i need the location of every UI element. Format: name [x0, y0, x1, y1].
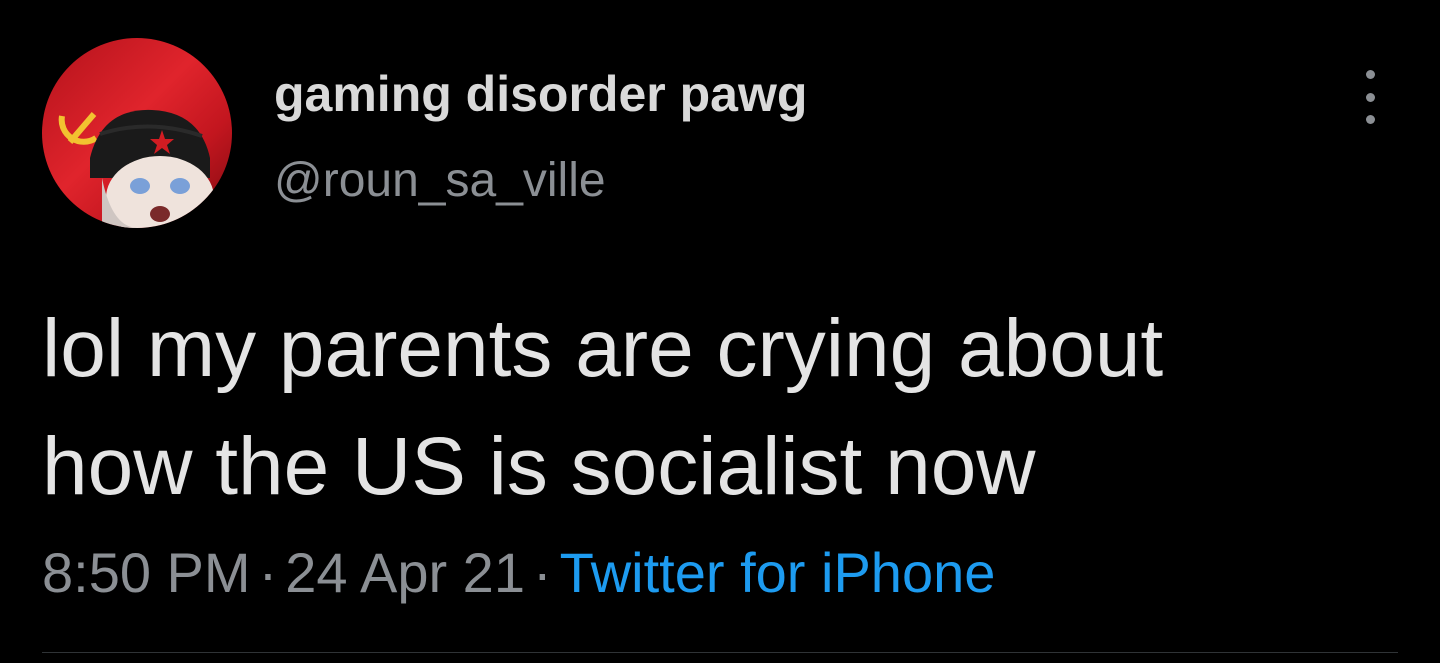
- author-handle[interactable]: @roun_sa_ville: [274, 152, 606, 210]
- tweet-time[interactable]: 8:50 PM: [42, 541, 251, 604]
- author-display-name[interactable]: gaming disorder pawg: [274, 64, 807, 124]
- tweet-text-line: lol my parents are crying about: [42, 303, 1164, 394]
- tweet-card: gaming disorder pawg @roun_sa_ville lol …: [0, 0, 1440, 663]
- tweet-date[interactable]: 24 Apr 21: [285, 541, 525, 604]
- tweet-source-link[interactable]: Twitter for iPhone: [560, 541, 996, 604]
- tweet-text: lol my parents are crying about how the …: [42, 290, 1402, 526]
- avatar[interactable]: [42, 38, 232, 228]
- tweet-meta: 8:50 PM · 24 Apr 21 · Twitter for iPhone: [42, 540, 995, 606]
- meta-separator: ·: [258, 541, 278, 604]
- vertical-ellipsis-icon: [1365, 92, 1375, 102]
- more-options-button[interactable]: [1350, 70, 1390, 124]
- avatar-image: [42, 38, 232, 228]
- vertical-ellipsis-icon: [1365, 70, 1375, 79]
- divider: [42, 652, 1398, 653]
- meta-separator: ·: [532, 541, 552, 604]
- tweet-text-line: how the US is socialist now: [42, 421, 1036, 512]
- vertical-ellipsis-icon: [1365, 115, 1375, 124]
